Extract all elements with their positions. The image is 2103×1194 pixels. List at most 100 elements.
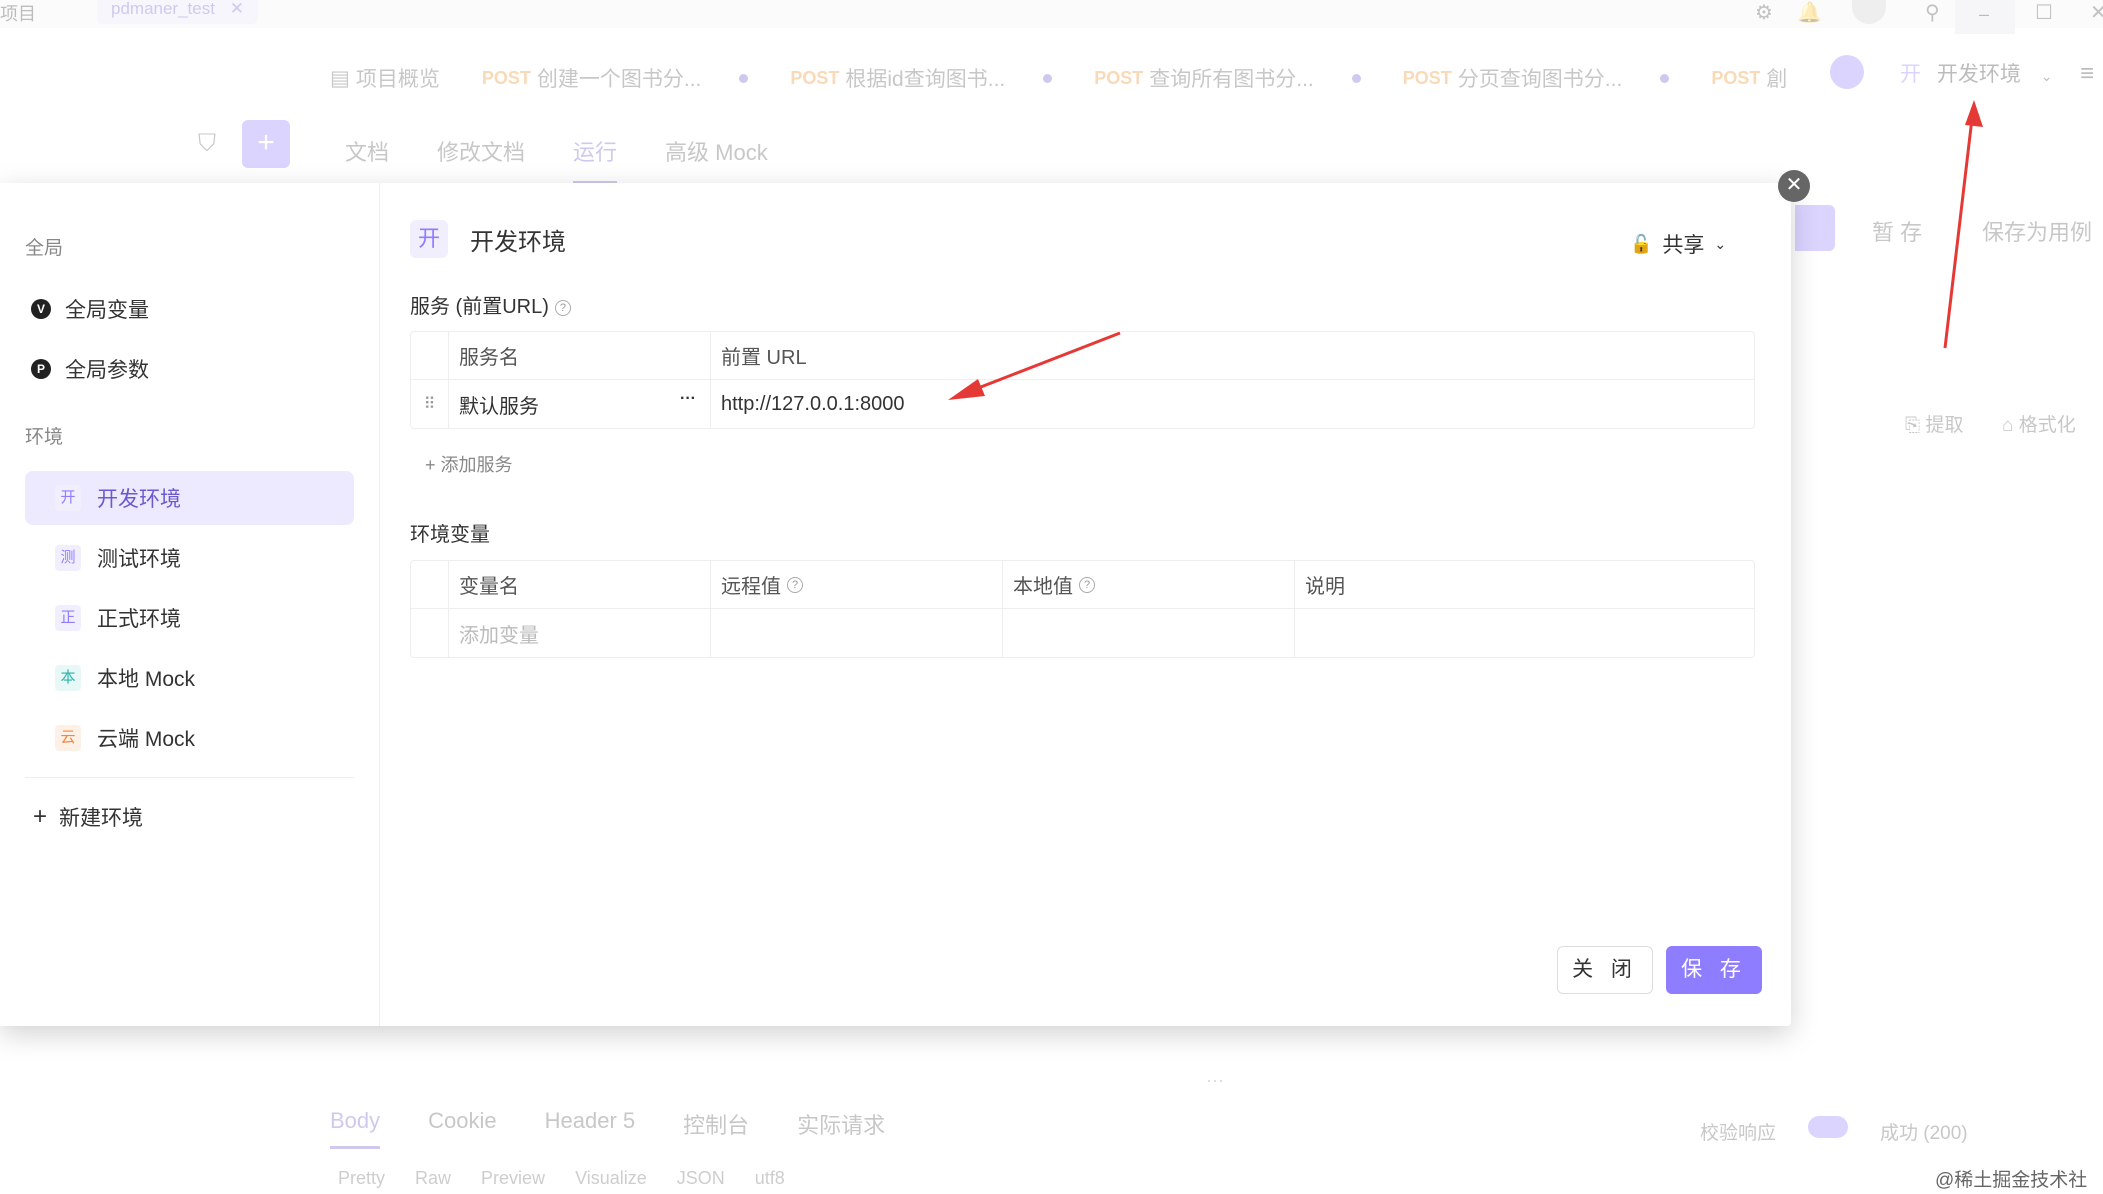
tab-raw[interactable]: Raw — [415, 1168, 451, 1189]
unlock-icon: 🔓 — [1630, 233, 1653, 254]
global-group-title: 全局 — [25, 238, 64, 259]
column-header: 前置 URL — [721, 347, 807, 369]
gear-icon[interactable]: ⚙ — [1755, 0, 1773, 25]
tab-edit-doc[interactable]: 修改文档 — [437, 135, 525, 184]
close-window-icon[interactable]: ✕ — [2090, 0, 2103, 25]
help-icon[interactable]: ? — [1079, 576, 1095, 593]
file-tab[interactable]: pdmaner_test ✕ — [97, 0, 258, 24]
env-name[interactable]: 开发环境 — [470, 222, 566, 257]
request-tab[interactable]: POST 分页查询图书分... — [1403, 63, 1670, 93]
handle-header — [411, 332, 449, 379]
more-icon[interactable]: ··· — [680, 390, 696, 408]
refresh-button[interactable] — [1830, 55, 1864, 89]
request-tab[interactable]: POST 查询所有图书分... — [1094, 63, 1361, 93]
chevron-down-icon: ⌄ — [2040, 68, 2053, 84]
save-button[interactable]: 保 存 — [1666, 946, 1762, 994]
sidebar-item-env[interactable]: 开开发环境 — [25, 471, 354, 525]
services-title-text: 服务 (前置URL) — [410, 296, 549, 318]
description-input[interactable] — [1295, 609, 1754, 657]
parameter-icon: P — [31, 359, 51, 379]
service-name-field[interactable]: 默认服务 ··· — [449, 380, 711, 428]
encoding-select[interactable]: utf8 — [755, 1168, 785, 1189]
share-dropdown[interactable]: 🔓 共享 ⌄ — [1630, 229, 1726, 259]
resize-handle[interactable]: ··· — [1206, 1070, 1224, 1091]
table-header: 变量名 远程值? 本地值? 说明 — [411, 561, 1754, 609]
bell-icon[interactable]: 🔔 — [1797, 0, 1822, 25]
sidebar-item-env[interactable]: 云云端 Mock — [25, 711, 354, 765]
temp-save-button[interactable]: 暂 存 — [1872, 215, 1922, 247]
help-icon[interactable]: ? — [787, 576, 803, 593]
pin-icon[interactable]: ⚲ — [1925, 0, 1940, 25]
add-service-button[interactable]: + 添加服务 — [425, 451, 513, 477]
service-url-field[interactable]: http://127.0.0.1:8000 — [711, 380, 1754, 428]
plus-icon: + — [33, 803, 48, 830]
save-as-case-button[interactable]: 保存为用例 — [1982, 215, 2092, 247]
tab-header[interactable]: Header 5 — [545, 1108, 636, 1149]
method-label: POST — [481, 67, 531, 88]
vars-title: 环境变量 — [410, 524, 490, 546]
env-selector[interactable]: 开 开发环境 ⌄ — [1900, 58, 2052, 88]
minimize-button[interactable]: – — [1955, 0, 2015, 34]
env-selector-label: 开发环境 — [1936, 63, 2021, 86]
request-tab[interactable]: POST 創 — [1711, 63, 1787, 93]
sidebar-item-label: 本地 Mock — [97, 668, 196, 691]
modal-close-button[interactable]: ✕ — [1778, 170, 1810, 202]
sidebar-item-env[interactable]: 正正式环境 — [25, 591, 354, 645]
table-row: ⠿ 默认服务 ··· http://127.0.0.1:8000 — [411, 380, 1754, 428]
menu-icon[interactable]: ≡ — [2080, 60, 2094, 88]
sidebar-item-global-vars[interactable]: V 全局变量 — [25, 282, 354, 336]
env-icon: 开 — [55, 485, 81, 511]
sidebar-item-env[interactable]: 本本地 Mock — [25, 651, 354, 705]
validate-toggle[interactable] — [1808, 1116, 1848, 1138]
sidebar-item-label: 测试环境 — [97, 548, 181, 571]
table-header: 服务名 前置 URL — [411, 332, 1754, 380]
tab-pretty[interactable]: Pretty — [338, 1168, 385, 1189]
sidebar-item-global-params[interactable]: P 全局参数 — [25, 342, 354, 396]
remote-value-input[interactable] — [711, 609, 1003, 657]
tab-doc[interactable]: 文档 — [345, 135, 389, 184]
env-icon: 测 — [55, 545, 81, 571]
tab-mock[interactable]: 高级 Mock — [665, 135, 768, 184]
tab-preview[interactable]: Preview — [481, 1168, 545, 1189]
response-format-tabs: Pretty Raw Preview Visualize JSON utf8 — [338, 1168, 815, 1189]
tab-console[interactable]: 控制台 — [683, 1108, 749, 1149]
send-dropdown-button[interactable] — [1795, 205, 1835, 251]
help-icon[interactable]: ? — [554, 300, 571, 316]
close-icon[interactable]: ✕ — [230, 0, 244, 18]
format-button[interactable]: ⌂ 格式化 — [2002, 410, 2076, 437]
sidebar-item-env[interactable]: 测测试环境 — [25, 531, 354, 585]
local-value-input[interactable] — [1003, 609, 1295, 657]
request-tab[interactable]: POST 创建一个图书分... — [482, 63, 749, 93]
filter-icon[interactable]: ⛉ — [198, 130, 216, 158]
sidebar-item-label: 开发环境 — [97, 488, 181, 511]
unsaved-dot — [1660, 73, 1670, 83]
unsaved-dot — [739, 73, 749, 83]
tab-overview[interactable]: ▤ 项目概览 — [330, 63, 440, 93]
new-env-button[interactable]: + 新建环境 — [0, 796, 379, 838]
maximize-icon[interactable]: ☐ — [2035, 0, 2053, 25]
env-group-title: 环境 — [25, 427, 64, 448]
add-button[interactable]: + — [242, 120, 290, 168]
drag-handle-icon[interactable]: ⠿ — [411, 380, 449, 428]
file-tab-label: pdmaner_test — [111, 0, 215, 18]
title-bar: 项目 pdmaner_test ✕ ⚙ 🔔 ⚲ – ☐ ✕ — [0, 0, 2103, 34]
tab-cookie[interactable]: Cookie — [428, 1108, 496, 1149]
tab-visualize[interactable]: Visualize — [575, 1168, 647, 1189]
chevron-down-icon: ⌄ — [1714, 235, 1727, 252]
extract-button[interactable]: ⎘ 提取 — [1905, 410, 1964, 437]
tab-label: 分页查询图书分... — [1457, 68, 1623, 91]
variable-icon: V — [31, 299, 51, 319]
request-tab[interactable]: POST 根据id查询图书... — [790, 63, 1053, 93]
format-select[interactable]: JSON — [677, 1168, 725, 1189]
add-var-input[interactable]: 添加变量 — [449, 609, 711, 657]
method-label: POST — [1094, 67, 1144, 88]
tab-label: 根据id查询图书... — [845, 68, 1006, 91]
close-button[interactable]: 关 闭 — [1557, 946, 1653, 994]
avatar[interactable] — [1852, 0, 1886, 24]
tab-actual-request[interactable]: 实际请求 — [797, 1108, 885, 1149]
format-label: 格式化 — [2018, 415, 2076, 436]
tab-run[interactable]: 运行 — [573, 135, 618, 184]
tab-body[interactable]: Body — [330, 1108, 381, 1149]
validate-label: 校验响应 — [1700, 1123, 1777, 1144]
tab-label: 創 — [1766, 68, 1788, 91]
